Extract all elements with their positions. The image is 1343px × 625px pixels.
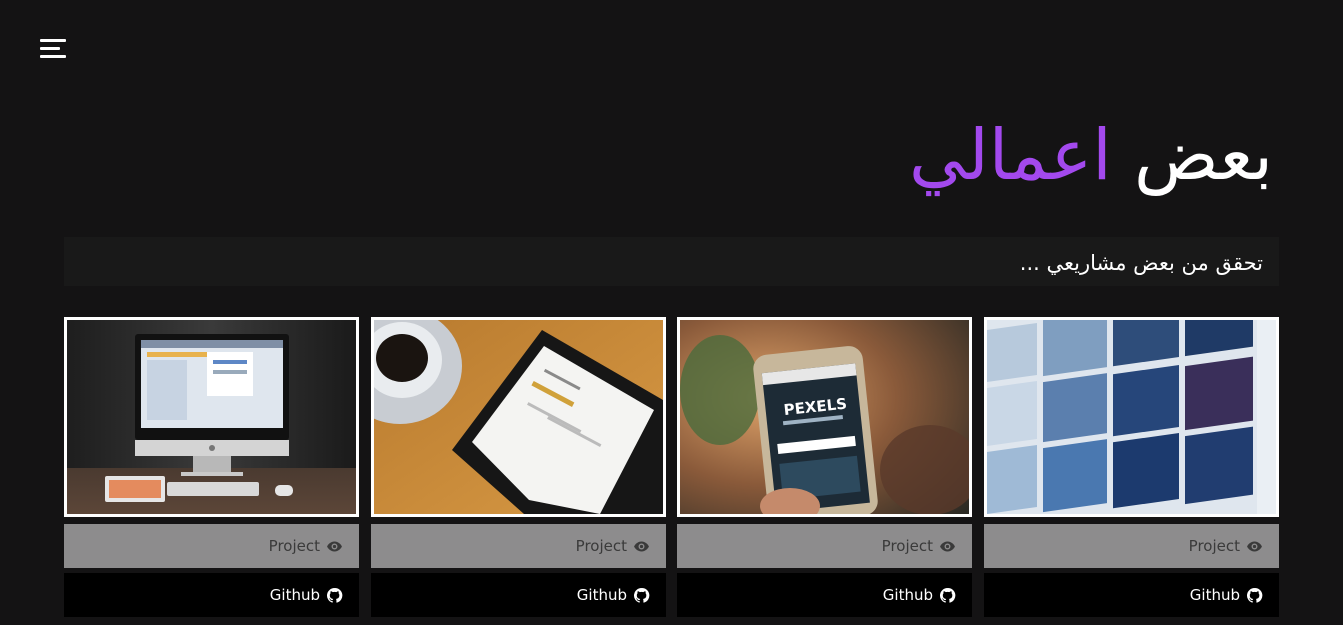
github-icon xyxy=(326,587,343,603)
github-icon xyxy=(1246,587,1263,603)
github-button-label: Github xyxy=(269,586,320,604)
section-title: بعض اعمالي xyxy=(909,100,1273,210)
project-button-label: Project xyxy=(268,537,320,555)
project-thumbnail-video-wall[interactable] xyxy=(984,317,1279,517)
project-button[interactable]: Project xyxy=(371,524,666,568)
github-button[interactable]: Github xyxy=(371,573,666,617)
github-button[interactable]: Github xyxy=(984,573,1279,617)
project-button-label: Project xyxy=(1188,537,1240,555)
eye-icon xyxy=(327,541,342,551)
eye-icon xyxy=(940,541,955,551)
github-button[interactable]: Github xyxy=(64,573,359,617)
github-button-label: Github xyxy=(882,586,933,604)
tablet-coffee-photo xyxy=(374,320,663,514)
project-card: PEXELS Project Github xyxy=(677,317,972,617)
project-button[interactable]: Project xyxy=(984,524,1279,568)
eye-icon xyxy=(634,541,649,551)
github-icon xyxy=(939,587,956,603)
menu-line xyxy=(40,39,66,42)
imac-desk-photo xyxy=(67,320,356,514)
project-button-label: Project xyxy=(575,537,627,555)
phone-pexels-photo: PEXELS xyxy=(680,320,969,514)
github-icon xyxy=(633,587,650,603)
eye-icon xyxy=(1247,541,1262,551)
project-thumbnail-tablet[interactable] xyxy=(371,317,666,517)
project-card: Project Github xyxy=(984,317,1279,617)
section-subtitle: تحقق من بعض مشاريعي ... xyxy=(1019,251,1263,275)
project-thumbnail-phone[interactable]: PEXELS xyxy=(677,317,972,517)
project-card: Project Github xyxy=(371,317,666,617)
github-button-label: Github xyxy=(576,586,627,604)
hamburger-menu-icon[interactable] xyxy=(40,39,66,61)
project-button[interactable]: Project xyxy=(677,524,972,568)
project-thumbnail-imac[interactable] xyxy=(64,317,359,517)
video-wall-photo xyxy=(987,320,1276,514)
section-title-accent: اعمالي xyxy=(909,114,1112,196)
project-button[interactable]: Project xyxy=(64,524,359,568)
section-subtitle-bar: تحقق من بعض مشاريعي ... xyxy=(64,237,1279,286)
project-card: Project Github xyxy=(64,317,359,617)
section-title-part1: بعض xyxy=(1133,114,1273,196)
portfolio-page: بعض اعمالي تحقق من بعض مشاريعي ... Proje… xyxy=(0,0,1343,625)
github-button[interactable]: Github xyxy=(677,573,972,617)
project-button-label: Project xyxy=(881,537,933,555)
menu-line xyxy=(40,47,60,50)
github-button-label: Github xyxy=(1189,586,1240,604)
menu-line xyxy=(40,55,66,58)
